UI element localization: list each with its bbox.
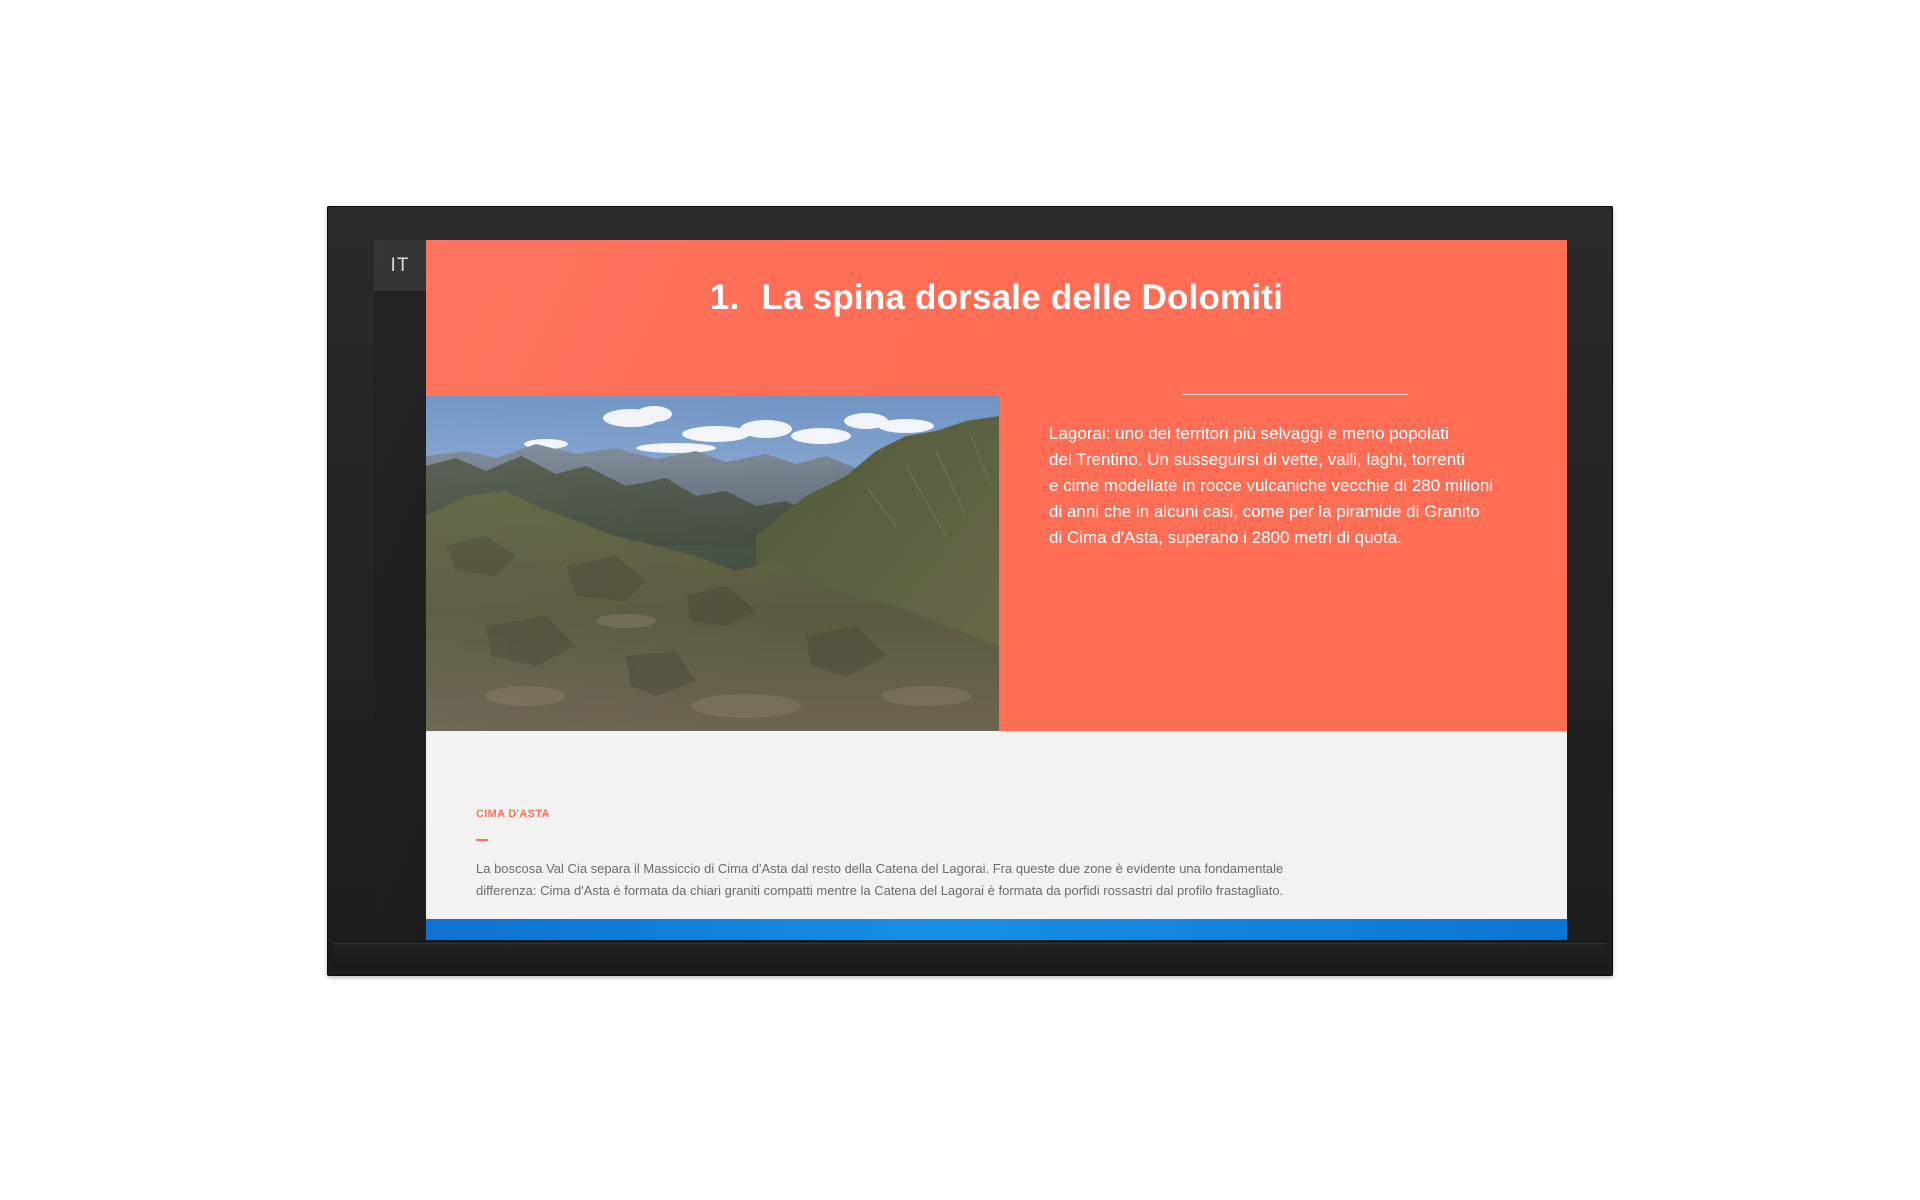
screen: IT 1. La spina dorsale delle Dolomiti La… [374,240,1567,940]
info-paragraph: La boscosa Val Cia separa il Massiccio d… [476,858,1376,902]
intro-line: del Trentino. Un susseguirsi di vette, v… [1049,450,1465,469]
monitor-bottom-bezel [333,943,1607,970]
info-dash [476,839,488,841]
side-rail: IT [374,240,426,940]
mountain-landscape-image[interactable] [426,396,999,731]
intro-line: e cime modellate in rocce vulcaniche vec… [1049,476,1494,495]
title-text: La spina dorsale delle Dolomiti [761,278,1284,317]
info-line: differenza: Cima d'Asta è formata da chi… [476,883,1284,898]
intro-line: Lagorai: uno dei territori più selvaggi … [1049,424,1449,443]
intro-line: di Cima d'Asta, superano i 2800 metri di… [1049,528,1402,547]
info-section: CIMA D'ASTA La boscosa Val Cia separa il… [426,731,1567,919]
title-divider [1182,394,1408,395]
intro-paragraph: Lagorai: uno dei territori più selvaggi … [1049,421,1519,551]
info-label: CIMA D'ASTA [476,808,550,820]
page-title: 1. La spina dorsale delle Dolomiti [426,278,1567,318]
bottom-bar [426,919,1567,940]
page-content: 1. La spina dorsale delle Dolomiti Lagor… [426,240,1567,940]
info-line: La boscosa Val Cia separa il Massiccio d… [476,861,1284,876]
intro-line: di anni che in alcuni casi, come per la … [1049,502,1480,521]
language-button[interactable]: IT [374,240,426,291]
title-number: 1. [709,278,740,317]
hero-section: 1. La spina dorsale delle Dolomiti Lagor… [426,240,1567,731]
